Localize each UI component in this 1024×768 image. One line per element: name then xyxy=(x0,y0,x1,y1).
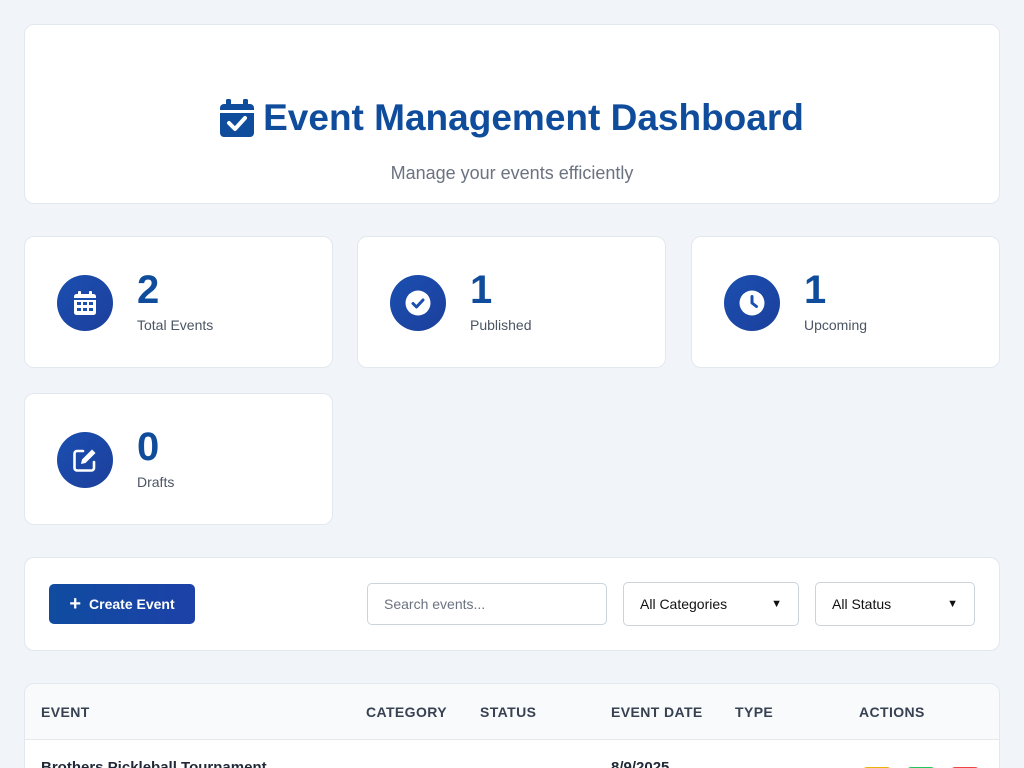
category-select[interactable]: All Categories ▼ xyxy=(623,582,799,626)
chevron-down-icon: ▼ xyxy=(947,598,958,610)
table-header: EVENT CATEGORY STATUS EVENT DATE TYPE AC… xyxy=(25,684,999,740)
stat-label: Drafts xyxy=(137,474,175,490)
edit-icon xyxy=(57,432,113,488)
stat-card-total-events: 2 Total Events xyxy=(24,236,333,368)
dashboard-header: Event Management Dashboard Manage your e… xyxy=(24,24,1000,204)
column-header-type[interactable]: TYPE xyxy=(735,704,773,720)
column-header-event-date[interactable]: EVENT DATE xyxy=(611,704,703,720)
filter-toolbar: + Create Event All Categories ▼ All Stat… xyxy=(24,557,1000,651)
column-header-event[interactable]: EVENT xyxy=(41,704,90,720)
page-title: Event Management Dashboard xyxy=(25,97,999,139)
page-title-text: Event Management Dashboard xyxy=(263,97,804,138)
calendar-check-icon xyxy=(220,99,255,137)
search-input[interactable] xyxy=(367,583,607,625)
page-subtitle: Manage your events efficiently xyxy=(390,163,634,183)
event-date: 8/9/2025 xyxy=(611,759,670,768)
stat-label: Published xyxy=(470,317,532,333)
clock-icon xyxy=(724,275,780,331)
event-name[interactable]: Brothers Pickleball Tournament xyxy=(41,759,267,768)
stat-value: 2 xyxy=(137,268,160,312)
status-select-value: All Status xyxy=(832,596,892,612)
create-event-button[interactable]: + Create Event xyxy=(49,584,195,624)
stat-card-upcoming: 1 Upcoming xyxy=(691,236,1000,368)
check-circle-icon xyxy=(390,275,446,331)
stat-value: 1 xyxy=(804,268,827,312)
column-header-actions: ACTIONS xyxy=(859,704,925,720)
stat-value: 0 xyxy=(137,425,160,469)
stat-value: 1 xyxy=(470,268,493,312)
calendar-icon xyxy=(57,275,113,331)
table-row[interactable]: Brothers Pickleball Tournament 8/9/2025 xyxy=(25,741,999,768)
chevron-down-icon: ▼ xyxy=(771,598,782,610)
events-table: EVENT CATEGORY STATUS EVENT DATE TYPE AC… xyxy=(24,683,1000,768)
stat-card-published: 1 Published xyxy=(357,236,666,368)
column-header-status[interactable]: STATUS xyxy=(480,704,536,720)
plus-icon: + xyxy=(69,593,82,615)
column-header-category[interactable]: CATEGORY xyxy=(366,704,447,720)
stat-label: Total Events xyxy=(137,317,214,333)
create-event-label: Create Event xyxy=(89,596,175,612)
status-select[interactable]: All Status ▼ xyxy=(815,582,975,626)
category-select-value: All Categories xyxy=(640,596,728,612)
stat-card-drafts: 0 Drafts xyxy=(24,393,333,525)
stat-label: Upcoming xyxy=(804,317,868,333)
